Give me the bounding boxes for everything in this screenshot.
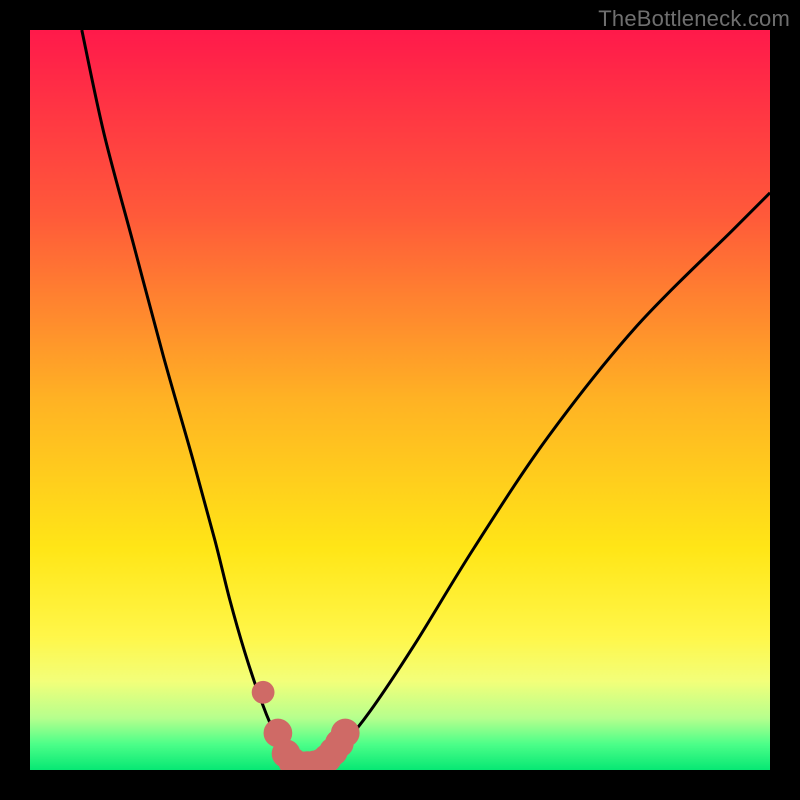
plot-frame bbox=[30, 30, 770, 770]
watermark-text: TheBottleneck.com bbox=[598, 6, 790, 32]
background-gradient bbox=[30, 30, 770, 770]
